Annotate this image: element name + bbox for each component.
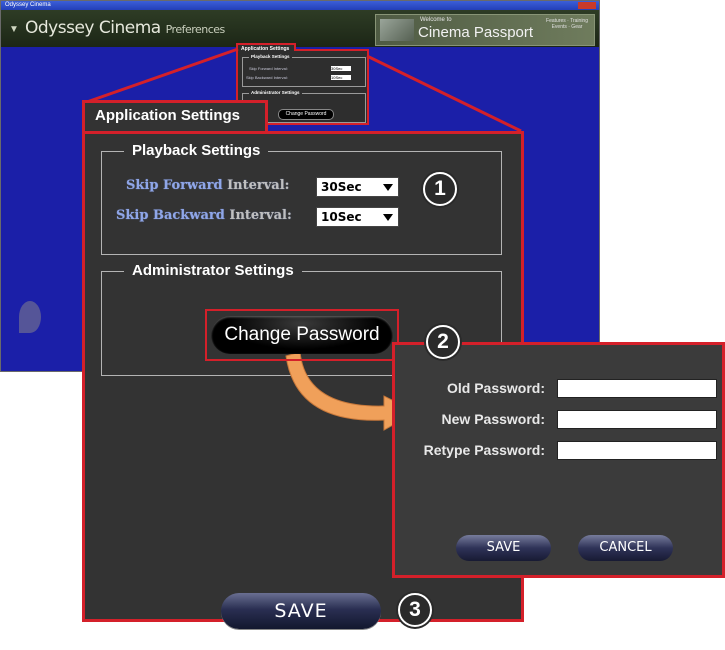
mini-skip-forward-select[interactable]: 30Sec: [331, 66, 351, 71]
passport-name: Cinema Passport: [418, 24, 534, 41]
tab-application-settings[interactable]: Application Settings: [95, 105, 241, 126]
mini-skip-backward-select[interactable]: 10Sec: [331, 75, 351, 80]
old-password-field[interactable]: [557, 379, 717, 398]
mini-skip-backward-label: Skip Backward Interval:: [246, 75, 288, 80]
skip-backward-value: 10Sec: [321, 210, 362, 224]
password-cancel-button[interactable]: CANCEL: [578, 535, 673, 561]
mini-playback-legend: Playback Settings: [249, 54, 292, 59]
callout-2: 2: [426, 325, 460, 359]
new-password-label: New Password:: [441, 411, 545, 427]
chevron-down-icon: [383, 214, 393, 221]
brand-suffix: Preferences: [165, 23, 226, 36]
callout-3: 3: [398, 593, 432, 627]
app-header: ▼ Odyssey Cinema Preferences Welcome to …: [1, 10, 599, 47]
mini-playback-box: Playback Settings Skip Forward Interval:…: [242, 54, 366, 87]
window-title: Odyssey Cinema: [5, 2, 51, 8]
save-button[interactable]: SAVE: [221, 593, 381, 629]
skip-forward-select[interactable]: 30Sec: [316, 177, 399, 197]
administrator-settings-legend: Administrator Settings: [124, 262, 302, 279]
passport-welcome: Welcome to: [420, 17, 452, 23]
skip-backward-label: Skip Backward Interval:: [116, 208, 292, 223]
title-bar: Odyssey Cinema: [1, 1, 599, 10]
passport-side-text: Features · Training Events · Gear: [546, 18, 588, 30]
playback-settings-legend: Playback Settings: [124, 142, 269, 159]
stewart-logo-icon: [19, 301, 41, 333]
skip-forward-label: Skip Forward Interval:: [126, 178, 289, 193]
passport-image-icon: [380, 19, 414, 41]
change-password-panel: [392, 342, 725, 578]
mini-tab[interactable]: Application Settings: [236, 43, 296, 52]
skip-backward-select[interactable]: 10Sec: [316, 207, 399, 227]
skip-forward-label-a: Skip Forward: [126, 178, 228, 193]
skip-backward-label-a: Skip Backward: [116, 208, 230, 223]
new-password-field[interactable]: [557, 410, 717, 429]
retype-password-label: Retype Password:: [423, 442, 545, 458]
skip-forward-value: 30Sec: [321, 180, 362, 194]
mini-change-password-button[interactable]: Change Password: [278, 109, 334, 120]
callout-1: 1: [423, 172, 457, 206]
app-brand: Odyssey Cinema Preferences: [25, 18, 225, 38]
mini-skip-forward-label: Skip Forward Interval:: [249, 66, 288, 71]
retype-password-field[interactable]: [557, 441, 717, 460]
skip-forward-label-b: Interval:: [227, 178, 290, 193]
cinema-passport-banner[interactable]: Welcome to Cinema Passport Features · Tr…: [375, 14, 595, 46]
brand-name: Odyssey Cinema: [25, 18, 161, 38]
password-save-button[interactable]: SAVE: [456, 535, 551, 561]
change-password-button[interactable]: Change Password: [211, 316, 393, 354]
window-controls[interactable]: [578, 2, 596, 9]
mini-admin-legend: Administrator Settings: [249, 90, 302, 95]
chevron-down-icon: [383, 184, 393, 191]
skip-backward-label-b: Interval:: [229, 208, 292, 223]
old-password-label: Old Password:: [446, 380, 545, 396]
